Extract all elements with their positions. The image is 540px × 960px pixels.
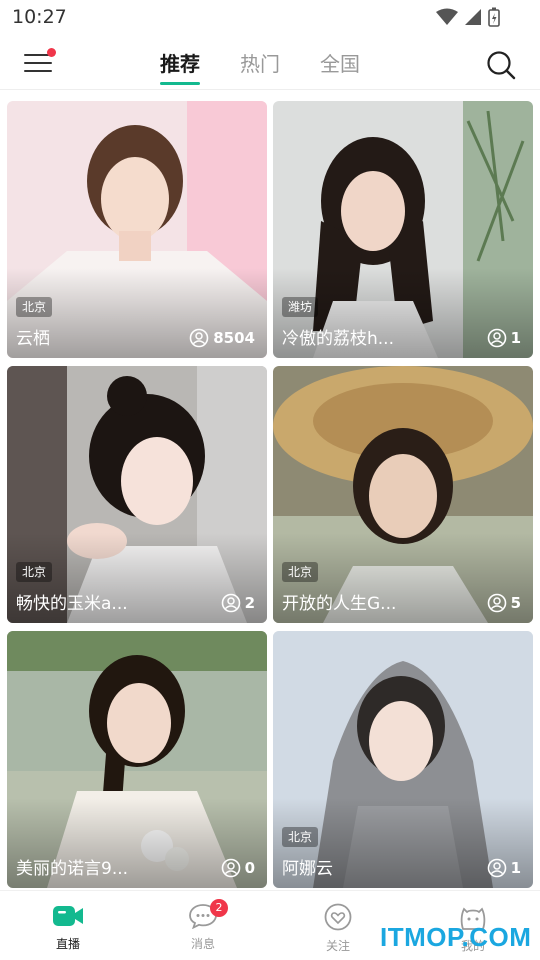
viewer-count-value: 1: [510, 859, 521, 877]
signal-icon: [465, 9, 481, 25]
wifi-icon: [436, 8, 458, 25]
live-card[interactable]: 潍坊 冷傲的荔枝h... 1: [273, 101, 533, 358]
live-card[interactable]: 美丽的诺言9... 0: [7, 631, 267, 888]
nav-follow[interactable]: 关注: [303, 903, 373, 954]
viewer-count-value: 2: [244, 594, 255, 612]
live-card[interactable]: 北京 阿娜云 1: [273, 631, 533, 888]
nav-label: 直播: [55, 937, 80, 951]
live-card[interactable]: 北京 云栖 8504: [7, 101, 267, 358]
tab-nationwide[interactable]: 全国: [320, 48, 360, 85]
city-tag: 北京: [16, 297, 53, 317]
viewer-icon: [487, 858, 506, 878]
viewer-count: 5: [487, 593, 521, 613]
tab-recommend[interactable]: 推荐: [160, 48, 200, 85]
streamer-name: 畅快的玉米a...: [16, 594, 128, 614]
search-button[interactable]: [486, 50, 516, 80]
tab-label: 全国: [320, 52, 360, 76]
streamer-name: 阿娜云: [282, 859, 333, 879]
message-badge: 2: [210, 899, 228, 917]
tab-active-indicator: [160, 82, 200, 85]
viewer-icon: [221, 593, 240, 613]
viewer-count: 1: [487, 328, 521, 348]
battery-icon: [488, 7, 500, 27]
live-camera-icon: [53, 906, 83, 926]
tab-label: 热门: [240, 52, 280, 76]
viewer-icon: [189, 328, 209, 348]
viewer-count-value: 1: [510, 329, 521, 347]
status-bar: 10:27: [0, 0, 540, 36]
viewer-count-value: 8504: [213, 329, 255, 347]
notification-dot: [47, 48, 56, 57]
nav-live[interactable]: 直播: [33, 903, 103, 952]
tab-bar: 推荐 热门 全国: [160, 48, 360, 85]
menu-icon-line: [24, 62, 52, 64]
viewer-count-value: 5: [510, 594, 521, 612]
viewer-icon: [487, 328, 506, 348]
menu-icon-line: [24, 70, 52, 72]
status-time: 10:27: [12, 6, 67, 28]
streamer-name: 开放的人生G...: [282, 594, 397, 614]
nav-label: 关注: [325, 939, 350, 953]
viewer-icon: [221, 858, 240, 878]
live-card[interactable]: 北京 开放的人生G... 5: [273, 366, 533, 623]
viewer-count: 2: [221, 593, 255, 613]
search-icon: [487, 51, 516, 80]
viewer-count: 8504: [189, 328, 255, 348]
viewer-count: 1: [487, 858, 521, 878]
city-tag: 北京: [16, 562, 53, 582]
streamer-name: 云栖: [16, 329, 50, 349]
streamer-name: 美丽的诺言9...: [16, 859, 129, 879]
menu-button[interactable]: [24, 48, 56, 78]
top-nav: 推荐 热门 全国: [0, 40, 540, 90]
city-tag: 北京: [282, 562, 319, 582]
city-tag: 潍坊: [282, 297, 319, 317]
live-card[interactable]: 北京 畅快的玉米a... 2: [7, 366, 267, 623]
heart-icon: [324, 903, 352, 931]
nav-messages[interactable]: 2 消息: [168, 899, 238, 952]
viewer-count-value: 0: [244, 859, 255, 877]
viewer-count: 0: [221, 858, 255, 878]
tab-label: 推荐: [160, 52, 200, 76]
streamer-name: 冷傲的荔枝h...: [282, 329, 394, 349]
city-tag: 北京: [282, 827, 319, 847]
tab-hot[interactable]: 热门: [240, 48, 280, 85]
nav-label: 消息: [190, 937, 215, 951]
viewer-icon: [487, 593, 506, 613]
status-icons: [436, 7, 500, 27]
watermark: ITMOP.COM: [380, 922, 532, 952]
